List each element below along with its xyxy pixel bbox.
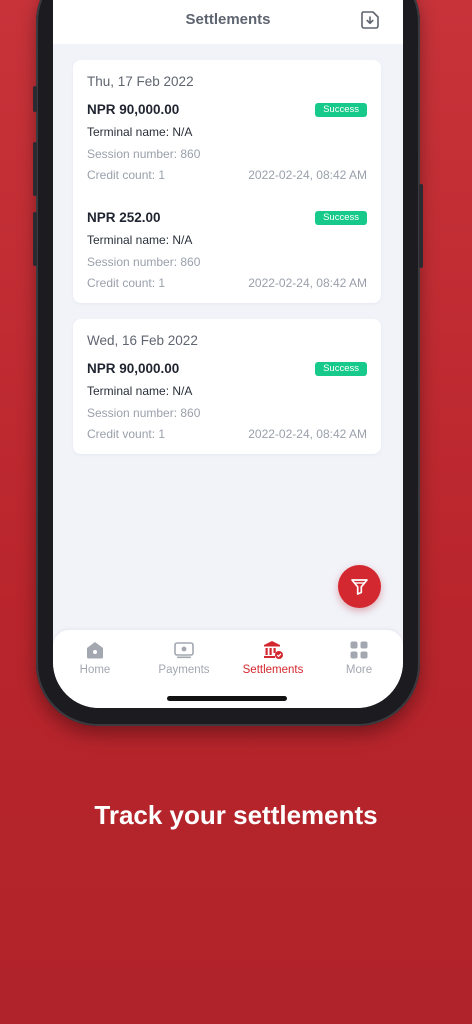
phone-frame: Settlements Thu, 17 Feb 2022 NPR 90,000.… [33, 0, 423, 726]
tab-more[interactable]: More [319, 640, 399, 676]
credit-count: Credit vount: 1 [87, 427, 166, 441]
settlement-amount: NPR 90,000.00 [87, 361, 180, 376]
settlement-amount: NPR 252.00 [87, 210, 161, 225]
app-screen: Settlements Thu, 17 Feb 2022 NPR 90,000.… [53, 0, 403, 708]
status-badge: Success [315, 362, 367, 376]
settlement-group-card: Thu, 17 Feb 2022 NPR 90,000.00 Success T… [73, 60, 381, 303]
terminal-name: Terminal name: N/A [87, 125, 193, 139]
session-number: Session number: 860 [87, 406, 201, 420]
status-badge: Success [315, 103, 367, 117]
settlement-group-card: Wed, 16 Feb 2022 NPR 90,000.00 Success T… [73, 319, 381, 454]
home-indicator[interactable] [167, 696, 287, 701]
filter-icon [351, 579, 368, 595]
payments-icon [174, 642, 194, 659]
home-icon [87, 642, 103, 659]
bank-icon [264, 641, 283, 659]
top-bar: Settlements [53, 0, 403, 44]
tab-payments[interactable]: Payments [144, 640, 224, 676]
terminal-name: Terminal name: N/A [87, 233, 193, 247]
filter-button[interactable] [338, 565, 381, 608]
tab-label: Settlements [242, 664, 304, 676]
volume-up-button [33, 142, 37, 196]
mute-switch [33, 86, 37, 112]
power-button [419, 184, 423, 268]
tab-label: More [345, 664, 373, 676]
promo-tagline: Track your settlements [94, 800, 378, 830]
status-badge: Success [315, 211, 367, 225]
settlement-timestamp: 2022-02-24, 08:42 AM [248, 168, 367, 182]
group-date: Thu, 17 Feb 2022 [87, 74, 194, 89]
export-download-icon[interactable] [359, 9, 381, 31]
grid-icon [350, 641, 368, 659]
tab-home[interactable]: Home [55, 640, 135, 676]
session-number: Session number: 860 [87, 147, 201, 161]
tab-label: Payments [158, 664, 210, 676]
tab-settlements[interactable]: Settlements [233, 640, 313, 676]
group-date: Wed, 16 Feb 2022 [87, 333, 198, 348]
terminal-name: Terminal name: N/A [87, 384, 193, 398]
credit-count: Credit count: 1 [87, 168, 166, 182]
settlement-amount: NPR 90,000.00 [87, 102, 180, 117]
settlement-timestamp: 2022-02-24, 08:42 AM [248, 427, 367, 441]
volume-down-button [33, 212, 37, 266]
credit-count: Credit count: 1 [87, 276, 166, 290]
tab-label: Home [79, 664, 111, 676]
session-number: Session number: 860 [87, 255, 201, 269]
settlement-timestamp: 2022-02-24, 08:42 AM [248, 276, 367, 290]
page-title: Settlements [185, 11, 271, 28]
